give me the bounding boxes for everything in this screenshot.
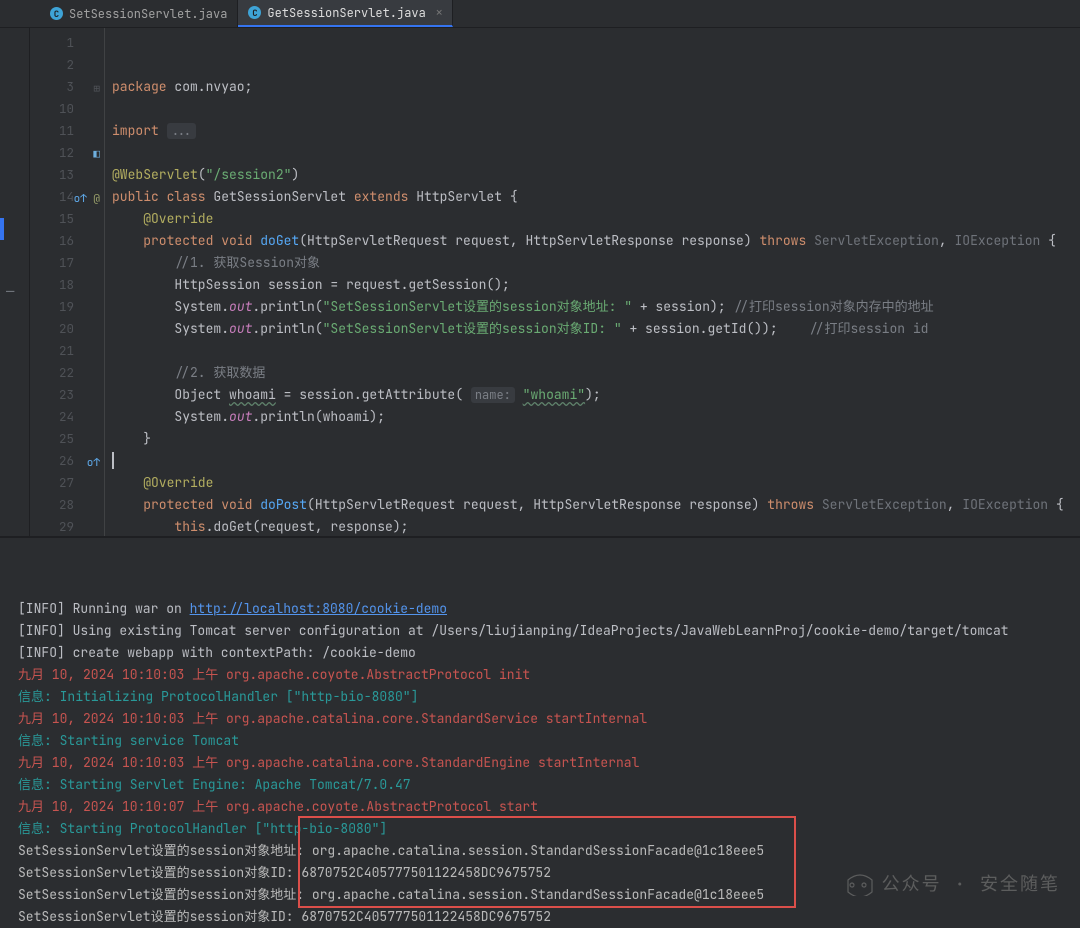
class-gutter-icon[interactable]: ◧ xyxy=(93,144,100,166)
editor-pane: — 1 2 3⊞ 10 11 12◧ 13 14o↑ @ 15 16 17 18… xyxy=(0,28,1080,536)
tab-label: SetSessionServlet.java xyxy=(69,6,227,22)
console-line: 九月 10, 2024 10:10:03 上午 org.apache.coyot… xyxy=(18,666,530,683)
console-line: 信息: Starting Servlet Engine: Apache Tomc… xyxy=(18,776,411,793)
collapse-handle-icon[interactable]: — xyxy=(6,283,14,301)
tab-label: GetSessionServlet.java xyxy=(267,5,425,21)
console-line: 九月 10, 2024 10:10:03 上午 org.apache.catal… xyxy=(18,710,647,727)
console-line: 信息: Starting ProtocolHandler ["http-bio-… xyxy=(18,820,387,837)
console-line: 九月 10, 2024 10:10:07 上午 org.apache.coyot… xyxy=(18,798,538,815)
line-number-gutter: 1 2 3⊞ 10 11 12◧ 13 14o↑ @ 15 16 17 18 1… xyxy=(30,28,104,536)
console-line: [INFO] Running war on xyxy=(18,600,190,617)
console-line: 信息: Initializing ProtocolHandler ["http-… xyxy=(18,688,418,705)
override-gutter-icon[interactable]: o↑ xyxy=(74,192,87,206)
left-gutter-strip: — xyxy=(0,28,30,536)
code-editor[interactable]: package com.nvyao; import ... @WebServle… xyxy=(104,28,1080,536)
console-link[interactable]: http://localhost:8080/cookie-demo xyxy=(190,600,447,617)
console-line: SetSessionServlet设置的session对象ID: xyxy=(18,864,301,881)
close-icon[interactable]: ✕ xyxy=(436,6,443,20)
run-console[interactable]: [INFO] Running war on http://localhost:8… xyxy=(0,536,1080,928)
console-line: 九月 10, 2024 10:10:03 上午 org.apache.catal… xyxy=(18,754,639,771)
console-line: SetSessionServlet设置的session对象地址: xyxy=(18,842,304,859)
change-marker xyxy=(0,218,4,240)
console-line: 信息: Starting service Tomcat xyxy=(18,732,239,749)
watermark: 公众号 · 安全随笔 xyxy=(846,874,1060,896)
console-line: [INFO] create webapp with contextPath: /… xyxy=(18,644,416,661)
console-line: [INFO] Using existing Tomcat server conf… xyxy=(18,622,1009,639)
editor-tabs: C SetSessionServlet.java C GetSessionSer… xyxy=(0,0,1080,28)
tab-setsessionservlet[interactable]: C SetSessionServlet.java xyxy=(40,0,238,27)
console-line: SetSessionServlet设置的session对象地址: xyxy=(18,886,304,903)
java-class-icon: C xyxy=(50,7,63,20)
tab-getsessionservlet[interactable]: C GetSessionServlet.java ✕ xyxy=(238,0,453,27)
java-class-icon: C xyxy=(248,6,261,19)
override-gutter-icon[interactable]: o↑ xyxy=(87,452,100,474)
console-line: SetSessionServlet设置的session对象ID: xyxy=(18,908,301,925)
